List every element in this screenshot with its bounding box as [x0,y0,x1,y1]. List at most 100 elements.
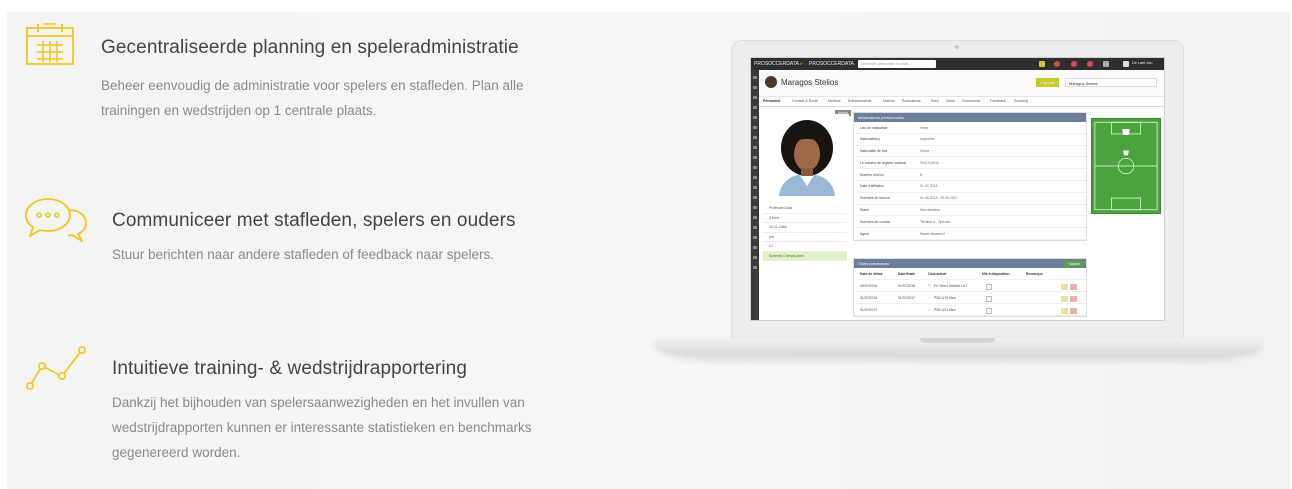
laptop-lid: PROSOCCERDATA ➶ PROSOCCERDATA Chercher p… [731,40,1184,340]
sidebar-icon[interactable] [753,226,757,229]
task-icon[interactable] [1087,61,1093,67]
notification-icon[interactable] [1039,61,1045,67]
info-row: Données de licence 01-08-2013 - 29-06-201… [854,193,1086,205]
sidebar-icon[interactable] [753,136,757,139]
player-select[interactable]: Maragos Stelios [1065,78,1157,87]
info-row: Agent Klaver Maarten2 [854,228,1086,240]
tab-contact[interactable]: Contact & École [792,99,818,103]
table-row: 01/07/2015 01/07/2017 ➶ PSD U19 Men [854,292,1086,304]
profile-tabs: Personnel Contact & École Médical Entraî… [759,96,1164,107]
delete-icon[interactable] [1070,295,1077,302]
alert-icon[interactable] [1054,61,1060,67]
sidebar-icon[interactable] [753,96,757,99]
player-header: Maragos Stelios + Ajouter Maragos Stelio… [759,70,1164,97]
football-pitch [1091,118,1161,214]
add-club-button[interactable]: + Ajouter [1064,260,1083,267]
sidebar-icon[interactable] [753,256,757,259]
tab-matches[interactable]: Matchs [883,99,895,103]
table-row: 29/07/2015 01/07/2015 ⛉ FC Groot Dilbeek… [854,280,1086,292]
feature-reporting: Intuitieve training- & wedstrijdrapporte… [112,358,531,465]
disposal-checkbox[interactable] [986,295,992,302]
tab-medical[interactable]: Médical [828,99,840,103]
sidebar-icon[interactable] [753,86,757,89]
app-screenshot: PROSOCCERDATA ➶ PROSOCCERDATA Chercher p… [751,58,1164,320]
feature-description: Stuur berichten naar andere stafleden of… [112,247,494,262]
app-search-input[interactable]: Chercher personne ou club... [858,60,936,68]
table-header: Date de début Date finale Club actuel Mi… [854,268,1086,280]
disposal-checkbox[interactable] [986,307,992,314]
info-row: Nationalité de foot Grèce [854,146,1086,158]
laptop-mockup: PROSOCCERDATA ➶ PROSOCCERDATA Chercher p… [655,40,1260,365]
tab-personnel[interactable]: Personnel [763,99,780,103]
sidebar-icon[interactable] [753,126,757,129]
feature-description: Dankzij het bijhouden van spelersaanwezi… [112,395,532,460]
card-header: Informations personnelles [854,113,1086,122]
webcam [955,45,959,49]
table-row: 01/07/2017 - ➶ PSD U21 Men [854,304,1086,316]
add-button[interactable]: + Ajouter [1036,78,1059,87]
sidebar-icon[interactable] [753,196,757,199]
app-sidebar [751,70,759,320]
delete-icon[interactable] [1070,283,1077,290]
info-row: Numéro d'union 5 [854,169,1086,181]
user-avatar[interactable] [1123,61,1129,67]
player-quick-info: Professie Data 4 Men 24-11-1984 pm VJ Sc… [763,204,847,261]
feature-title: Gecentraliseerde planning en speleradmin… [101,37,519,58]
tab-scouting[interactable]: Scouting [1014,99,1028,103]
sidebar-icon[interactable] [753,216,757,219]
player-avatar [765,76,777,88]
feature-title: Communiceer met stafleden, spelers en ou… [112,210,516,231]
sidebar-icon[interactable] [753,76,757,79]
player-name: Maragos Stelios [781,78,839,87]
app-topbar: PROSOCCERDATA ➶ PROSOCCERDATA Chercher p… [751,58,1164,70]
language-icon[interactable] [1103,61,1109,67]
sidebar-icon[interactable] [753,116,757,119]
sidebar-icon[interactable] [753,246,757,249]
tab-feedback[interactable]: Feedback [990,99,1006,103]
tab-evaluations[interactable]: Évaluations [902,99,921,103]
info-item: pm [763,233,847,242]
tab-documents[interactable]: Documents [962,99,980,103]
personal-info-card: Informations personnelles Lieu de naissa… [853,112,1087,241]
user-name[interactable]: De Laet Jan [1132,61,1152,65]
calendar-icon [26,23,74,65]
info-item: 4 Men [763,214,847,223]
info-item: VJ [763,242,847,252]
feature-description: Beheer eenvoudig de administratie voor s… [101,78,524,118]
tab-video[interactable]: Vidéo [946,99,955,103]
info-item: Professie Data [763,204,847,214]
sidebar-icon[interactable] [753,106,757,109]
app-brand-secondary: PROSOCCERDATA [809,61,854,67]
info-row: Date d'affiliation 01-07-2013 [854,181,1086,193]
info-item-highlight: Scheme 4 temps plein [763,251,847,261]
edit-icon[interactable] [1061,283,1068,290]
edit-icon[interactable] [1061,295,1068,302]
club-logo-icon: ➶ [928,307,931,312]
line-chart-icon [25,345,86,390]
info-row: Statut Non-amateur [854,205,1086,217]
sidebar-icon[interactable] [753,266,757,269]
sidebar-icon[interactable] [753,186,757,189]
delete-icon[interactable] [1070,307,1077,314]
sidebar-icon[interactable] [753,166,757,169]
info-row: Lieu de naissance Verra [854,122,1086,134]
edit-icon[interactable] [1061,307,1068,314]
feature-title: Intuitieve training- & wedstrijdrapporte… [112,358,468,379]
sidebar-icon[interactable] [753,176,757,179]
disposal-checkbox[interactable] [986,283,992,290]
sidebar-icon[interactable] [753,206,757,209]
info-item: 24-11-1984 [763,223,847,233]
sidebar-icon[interactable] [753,156,757,159]
info-row: Le numéro de registre national 9041704913 [854,157,1086,170]
previous-clubs-card: Clubs précédents + Ajouter Date de début… [853,258,1087,317]
tab-follow-up[interactable]: Suivi [931,99,939,103]
message-icon[interactable] [1071,61,1077,67]
info-row: Données de contrat Terminé à - Opsorte - [854,216,1086,229]
tab-trainings[interactable]: Entraînements [848,99,871,103]
club-logo-icon: ⛉ [928,283,931,288]
info-row: Nationalité(s) Argentine [854,134,1086,146]
app-logo-icon: ➶ [799,61,804,67]
sidebar-icon[interactable] [753,146,757,149]
feature-communication: Communiceer met stafleden, spelers en ou… [112,210,516,267]
sidebar-icon[interactable] [753,236,757,239]
